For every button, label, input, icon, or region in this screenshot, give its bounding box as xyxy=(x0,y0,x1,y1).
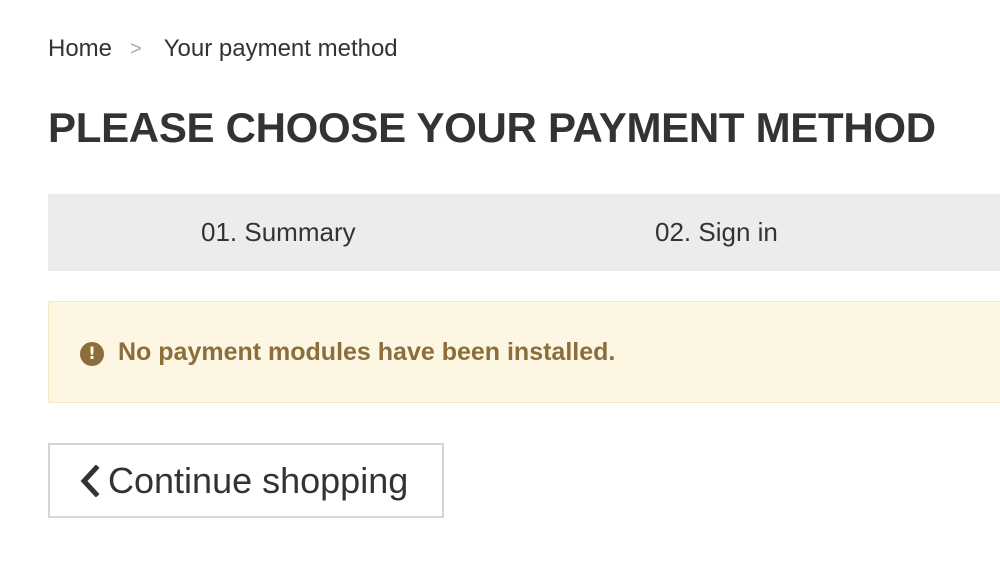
continue-shopping-label: Continue shopping xyxy=(108,459,409,501)
page-title: PLEASE CHOOSE YOUR PAYMENT METHOD xyxy=(48,104,936,151)
breadcrumb-current: Your payment method xyxy=(163,35,398,62)
checkout-steps: 01. Summary 02. Sign in xyxy=(48,194,1000,271)
page: Home > Your payment method PLEASE CHOOSE… xyxy=(0,0,1000,571)
chevron-left-icon xyxy=(80,465,100,497)
exclamation-circle-icon: ! xyxy=(80,342,104,366)
breadcrumb-separator: > xyxy=(130,37,142,60)
continue-shopping-button[interactable]: Continue shopping xyxy=(48,443,444,518)
alert-message: No payment modules have been installed. xyxy=(118,337,616,366)
step-sign-in[interactable]: 02. Sign in xyxy=(655,194,778,271)
step-summary[interactable]: 01. Summary xyxy=(201,194,356,271)
breadcrumb: Home > Your payment method xyxy=(48,32,398,66)
breadcrumb-home-link[interactable]: Home xyxy=(48,35,112,63)
warning-alert: ! No payment modules have been installed… xyxy=(48,301,1000,403)
